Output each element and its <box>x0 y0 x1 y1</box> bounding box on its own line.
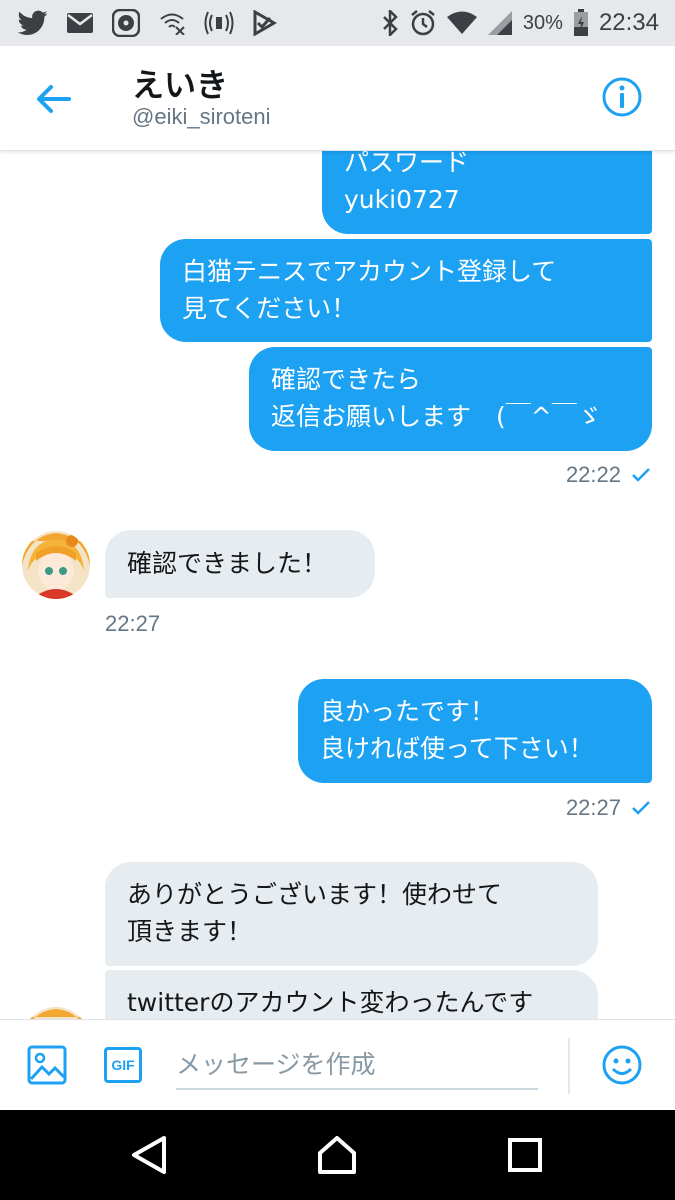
message-meta: 22:27 <box>105 611 160 637</box>
gif-icon: GIF <box>104 1047 142 1083</box>
avatar[interactable] <box>22 531 90 599</box>
back-button[interactable] <box>30 76 76 122</box>
home-icon <box>318 1136 356 1174</box>
bluetooth-icon <box>381 10 399 36</box>
wifi-off-icon <box>158 11 186 35</box>
status-bar: 30% 22:34 <box>0 0 675 46</box>
timestamp: 22:27 <box>565 795 621 820</box>
emoji-button[interactable] <box>599 1042 645 1088</box>
conversation-title: えいき <box>132 66 229 104</box>
read-check-icon <box>632 468 650 482</box>
info-icon <box>602 77 642 117</box>
back-arrow-icon <box>37 85 71 113</box>
message-bubble[interactable]: twitterのアカウント変わったんです <box>105 970 598 1019</box>
message-bubble[interactable]: 白猫テニスでアカウント登録して 見てください！ <box>160 239 652 342</box>
battery-icon <box>573 9 589 37</box>
timestamp: 22:27 <box>105 611 161 636</box>
message-bubble[interactable]: パスワード yuki0727 <box>322 150 652 234</box>
composer-divider <box>568 1038 570 1094</box>
timestamp: 22:22 <box>565 462 621 487</box>
add-photo-button[interactable] <box>24 1042 70 1088</box>
add-gif-button[interactable]: GIF <box>100 1042 146 1088</box>
read-check-icon <box>632 801 650 815</box>
signal-icon <box>487 10 513 36</box>
message-list[interactable]: パスワード yuki0727 白猫テニスでアカウント登録して 見てください！ 確… <box>0 150 675 1019</box>
battery-percent: 30% <box>522 11 563 34</box>
message-input[interactable] <box>176 1040 538 1090</box>
conversation-header: えいき @eiki_siroteni <box>0 46 675 151</box>
message-bubble[interactable]: 確認できたら 返信お願いします (￣^￣ゞ <box>249 347 652 451</box>
alarm-icon <box>409 9 437 37</box>
info-button[interactable] <box>599 74 645 120</box>
message-bubble[interactable]: 良かったです！ 良ければ使って下さい！ <box>298 679 652 783</box>
message-bubble[interactable]: 確認できました！ <box>105 530 375 598</box>
nav-recents-button[interactable] <box>502 1132 548 1178</box>
avatar[interactable] <box>22 1007 90 1019</box>
wifi-icon <box>446 11 477 35</box>
message-meta: 22:27 <box>566 795 651 821</box>
gif-label: GIF <box>111 1057 135 1073</box>
triangle-back-icon <box>132 1136 166 1174</box>
clock: 22:34 <box>598 9 659 36</box>
image-icon <box>27 1045 67 1085</box>
task-icon <box>252 10 278 36</box>
music-icon <box>112 9 140 37</box>
conversation-handle: @eiki_siroteni <box>132 104 271 129</box>
message-bubble[interactable]: ありがとうございます！使わせて 頂きます！ <box>105 862 598 966</box>
message-meta: 22:22 <box>566 462 651 488</box>
message-composer: GIF <box>0 1019 675 1111</box>
broadcast-icon <box>204 11 234 35</box>
nav-back-button[interactable] <box>126 1132 172 1178</box>
recents-icon <box>508 1138 542 1172</box>
system-nav-bar <box>0 1110 675 1200</box>
twitter-icon <box>18 10 48 36</box>
mail-icon <box>66 12 94 34</box>
nav-home-button[interactable] <box>314 1132 360 1178</box>
emoji-icon <box>602 1045 642 1085</box>
